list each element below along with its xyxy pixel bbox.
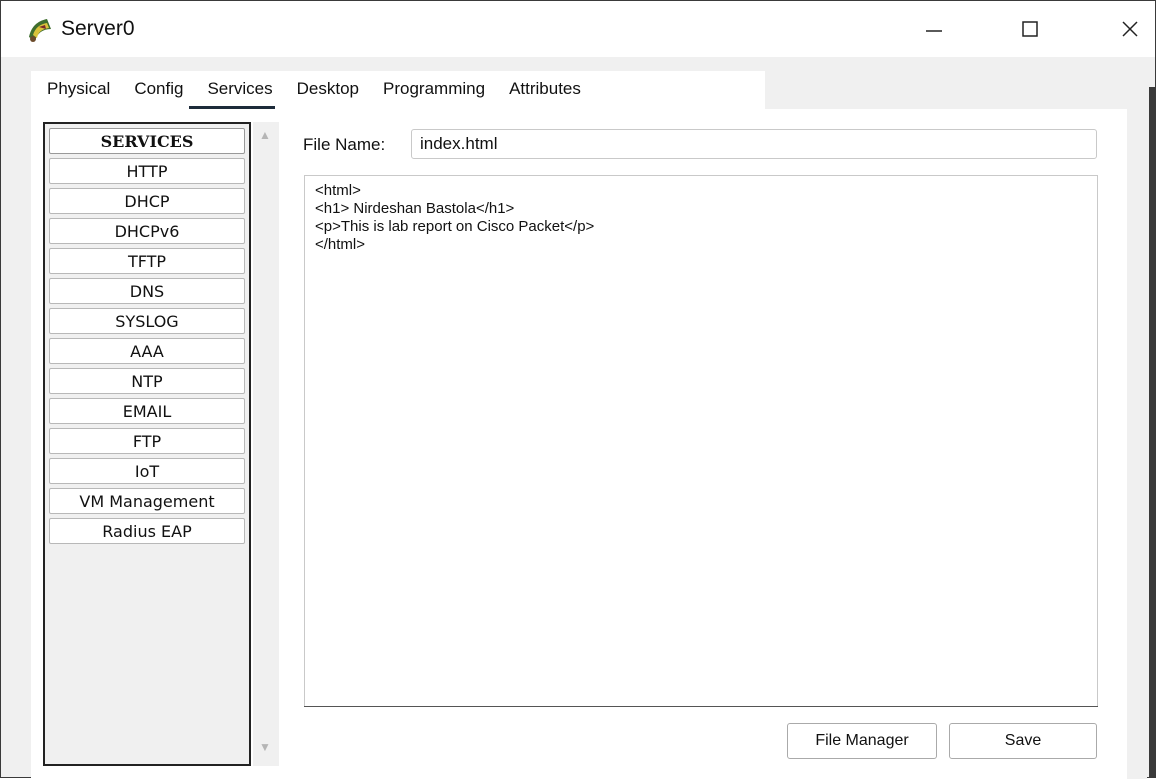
scroll-down-arrow-icon[interactable]: ▼ [259,740,271,754]
service-item-vm-management[interactable]: VM Management [49,488,245,514]
tab-config[interactable]: Config [134,79,183,101]
close-icon [1122,21,1138,37]
maximize-button[interactable] [1005,9,1055,49]
service-item-syslog[interactable]: SYSLOG [49,308,245,334]
window-title: Server0 [61,17,135,40]
close-button[interactable] [1105,9,1155,49]
tab-attributes[interactable]: Attributes [509,79,581,101]
save-button[interactable]: Save [949,723,1097,759]
scroll-up-arrow-icon[interactable]: ▲ [259,128,271,142]
service-item-dhcp[interactable]: DHCP [49,188,245,214]
service-item-ntp[interactable]: NTP [49,368,245,394]
editor-divider [304,706,1098,707]
file-manager-button[interactable]: File Manager [787,723,937,759]
service-item-dhcpv6[interactable]: DHCPv6 [49,218,245,244]
services-list: SERVICES HTTP DHCP DHCPv6 TFTP DNS SYSLO… [43,122,251,766]
server-window: Server0 Physical Config Services Desktop… [0,0,1156,779]
services-header: SERVICES [49,128,245,154]
service-item-dns[interactable]: DNS [49,278,245,304]
tab-physical[interactable]: Physical [47,79,110,101]
service-item-aaa[interactable]: AAA [49,338,245,364]
service-item-ftp[interactable]: FTP [49,428,245,454]
tab-bar: Physical Config Services Desktop Program… [31,71,765,110]
service-item-radius-eap[interactable]: Radius EAP [49,518,245,544]
right-gutter [1127,71,1147,779]
file-name-label: File Name: [303,135,386,154]
window-scrollbar[interactable] [1149,87,1155,777]
minimize-button[interactable] [909,9,959,49]
tab-desktop[interactable]: Desktop [297,79,359,101]
file-name-input[interactable] [411,129,1097,159]
title-bar: Server0 [1,1,1155,57]
tab-programming[interactable]: Programming [383,79,485,101]
service-item-email[interactable]: EMAIL [49,398,245,424]
maximize-icon [1022,21,1038,37]
minimize-icon [926,30,942,32]
service-item-iot[interactable]: IoT [49,458,245,484]
tab-services[interactable]: Services [189,79,275,110]
services-scrollbar[interactable]: ▲ ▼ [253,122,279,766]
service-item-http[interactable]: HTTP [49,158,245,184]
server-app-icon [25,15,55,43]
service-item-tftp[interactable]: TFTP [49,248,245,274]
html-editor-textarea[interactable]: <html> <h1> Nirdeshan Bastola</h1> <p>Th… [304,175,1098,707]
